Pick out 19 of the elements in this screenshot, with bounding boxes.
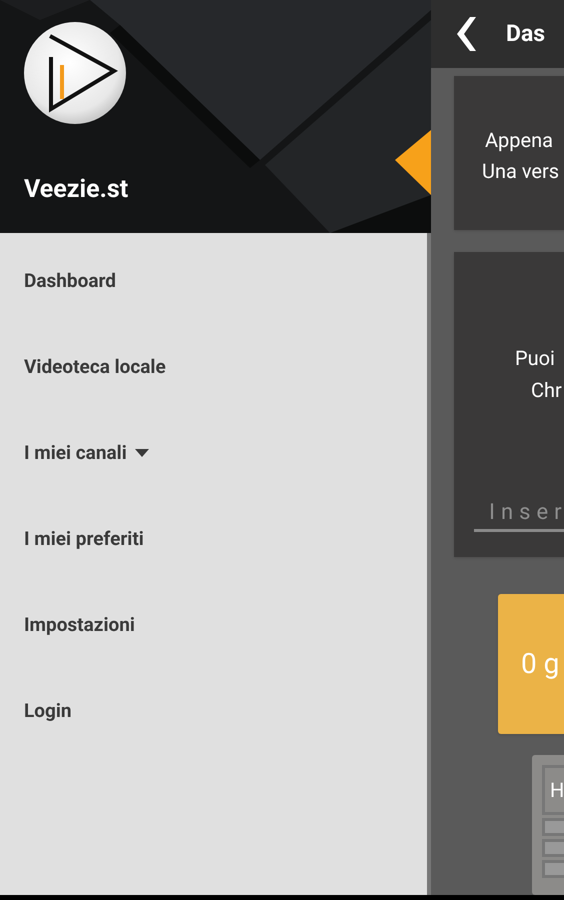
drawer-menu-item[interactable]: Dashboard — [0, 238, 427, 324]
screen-title: Das — [506, 18, 546, 49]
info-text: Una vers — [482, 158, 560, 185]
back-chevron-icon — [456, 17, 476, 51]
stat-value: 0 g — [521, 646, 560, 682]
drawer-menu-item[interactable]: Videoteca locale — [0, 324, 427, 410]
dropdown-caret-icon — [134, 449, 149, 457]
drawer-menu-item[interactable]: I miei preferiti — [0, 496, 427, 582]
app-name: Veezie.st — [24, 174, 130, 206]
info-text: Appena — [485, 127, 554, 154]
drawer-menu-item[interactable]: I miei canali — [0, 410, 427, 496]
cast-text: Chr — [531, 377, 563, 404]
drawer-menu-item[interactable]: Login — [0, 668, 427, 754]
back-button[interactable] — [456, 17, 476, 51]
play-logo-icon — [24, 22, 126, 124]
cast-text: Puoi — [515, 345, 556, 372]
input-field[interactable]: Inser — [474, 496, 564, 532]
table-header: H — [550, 777, 564, 804]
drawer-menu-item[interactable]: Impostazioni — [0, 582, 427, 668]
